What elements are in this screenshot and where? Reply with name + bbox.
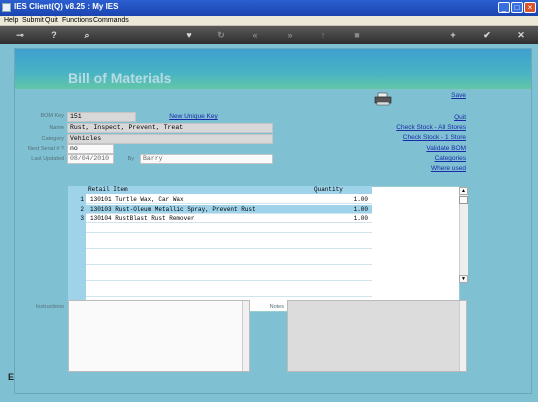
heart-icon[interactable]: ♥	[182, 28, 196, 42]
last-updated-label: Last Updated	[31, 156, 64, 162]
status-indicator-icon: E	[8, 372, 15, 382]
instructions-label: Instructions	[35, 304, 64, 310]
category-label: Category	[41, 136, 64, 142]
bottom-bar	[0, 394, 538, 402]
row-quantity[interactable]: 1.00	[330, 196, 368, 203]
grid-divider	[86, 232, 372, 233]
menu-help[interactable]: Help	[4, 17, 18, 24]
category-field[interactable]: Vehicles	[67, 134, 273, 144]
menu-commands[interactable]: Commands	[93, 17, 129, 24]
page-title: Bill of Materials	[68, 70, 172, 86]
row-quantity[interactable]: 1.00	[330, 206, 368, 213]
menu-functions[interactable]: Functions	[62, 17, 92, 24]
grid-divider	[86, 280, 372, 281]
scroll-up-arrow-icon[interactable]: ▲	[459, 187, 468, 195]
new-unique-key-link[interactable]: New Unique Key	[166, 113, 221, 120]
instructions-scrollbar[interactable]	[242, 301, 249, 371]
col-retail-item: Retail Item	[88, 186, 128, 193]
name-field[interactable]: Rust, Inspect, Prevent, Treat	[67, 123, 273, 133]
row-number: 3	[80, 215, 84, 222]
row-number: 1	[80, 196, 84, 203]
by-field: Barry	[140, 154, 273, 164]
instructions-textarea[interactable]	[68, 300, 250, 372]
check-icon[interactable]: ✔	[480, 28, 494, 42]
check-stock-all-link[interactable]: Check Stock - All Stores	[380, 124, 466, 131]
row-item[interactable]: 130103 Rust-Oleum Metallic Spray, Preven…	[90, 206, 256, 213]
notes-textarea[interactable]	[287, 300, 467, 372]
scroll-thumb[interactable]	[459, 196, 468, 204]
grid-divider	[86, 264, 372, 265]
row-number: 2	[80, 206, 84, 213]
name-label: Name	[49, 125, 64, 131]
where-used-link[interactable]: Where used	[380, 165, 466, 172]
categories-link[interactable]: Categories	[380, 155, 466, 162]
minimize-button[interactable]: _	[498, 2, 510, 13]
grid-divider	[86, 248, 372, 249]
notes-scrollbar[interactable]	[459, 301, 466, 371]
quit-link[interactable]: Quit	[420, 114, 466, 121]
check-stock-one-link[interactable]: Check Stock - 1 Store	[380, 134, 466, 141]
bom-key-field[interactable]: 151	[67, 112, 136, 122]
row-item[interactable]: 130104 RustBlast Rust Remover	[90, 215, 194, 222]
key-icon[interactable]: ⊸	[10, 28, 30, 42]
search-icon[interactable]: ⌕	[80, 28, 94, 42]
menu-submit[interactable]: Submit	[22, 17, 44, 24]
close-icon[interactable]: ✕	[514, 28, 528, 42]
by-label: By	[127, 156, 134, 162]
row-item[interactable]: 130101 Turtle Wax, Car Wax	[90, 196, 184, 203]
stop-icon[interactable]: ■	[350, 28, 364, 42]
save-link[interactable]: Save	[420, 92, 466, 99]
refresh-icon[interactable]: ↻	[214, 28, 228, 42]
menu-quit[interactable]: Quit	[45, 17, 58, 24]
last-updated-field: 08/04/2010	[67, 154, 114, 164]
scroll-down-arrow-icon[interactable]: ▼	[459, 275, 468, 283]
grid-divider	[86, 296, 372, 297]
app-icon	[2, 3, 11, 12]
window-title: IES Client(Q) v8.25 : My IES	[14, 2, 119, 11]
validate-bom-link[interactable]: Validate BOM	[380, 145, 466, 152]
side-strip	[0, 44, 14, 394]
up-icon[interactable]: ↑	[316, 28, 330, 42]
bom-key-label: BOM Key	[40, 113, 64, 119]
col-quantity: Quantity	[314, 186, 343, 193]
help-icon[interactable]: ?	[47, 28, 61, 42]
fast-forward-icon[interactable]: »	[283, 28, 297, 42]
next-serial-field[interactable]: no	[67, 144, 114, 154]
notes-label: Notes	[269, 304, 284, 310]
row-quantity[interactable]: 1.00	[330, 215, 368, 222]
add-icon[interactable]: +	[446, 28, 460, 42]
close-window-button[interactable]: ×	[524, 2, 536, 13]
next-serial-label: Next Serial # ?	[27, 146, 64, 152]
printer-icon[interactable]	[374, 92, 392, 106]
rewind-icon[interactable]: «	[248, 28, 262, 42]
maximize-button[interactable]: □	[511, 2, 523, 13]
